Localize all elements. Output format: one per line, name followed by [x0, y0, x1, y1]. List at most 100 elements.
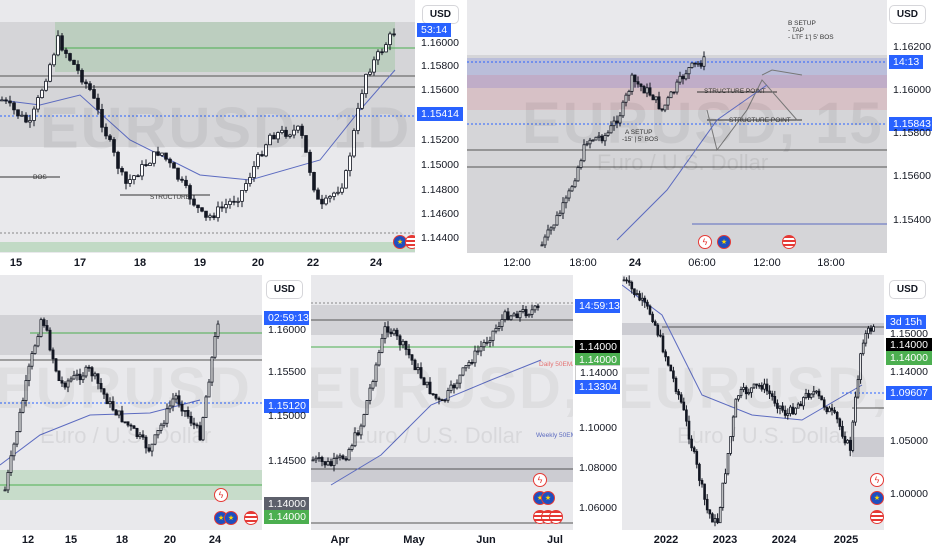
candle — [576, 167, 580, 182]
a-setup-label: A SETUP — [625, 129, 653, 136]
us-flag-icon[interactable] — [870, 510, 884, 524]
eu-flag-icon[interactable]: ★ — [541, 491, 555, 505]
candle — [708, 509, 712, 515]
candle — [9, 455, 13, 473]
price-axis[interactable]: USD 1.16200 14:13 1.16000 1.15843 1.1580… — [887, 0, 932, 273]
time-axis[interactable]: 12:00 18:00 24 06:00 12:00 18:00 — [467, 253, 887, 273]
candle — [60, 35, 64, 51]
candle — [724, 473, 727, 484]
price-tick: 1.15600 — [421, 84, 459, 96]
price-axis[interactable]: USD 53:14 1.16000 1.15800 1.15600 1.1541… — [415, 0, 465, 273]
candle — [383, 326, 387, 339]
candle — [491, 330, 495, 341]
last-price-tag: 1.13304 — [575, 380, 620, 394]
candle — [404, 340, 408, 350]
candle — [220, 206, 224, 209]
candle — [384, 44, 388, 53]
level-tag: 1.14000 — [886, 338, 932, 352]
candle — [148, 162, 152, 167]
flash-icon[interactable]: ϟ — [533, 473, 547, 487]
currency-button[interactable]: USD — [421, 5, 459, 24]
chart-panel-15m-top-right[interactable]: EURUSD, 15 Euro / U.S. Dollar B SETUP - … — [467, 0, 932, 273]
flash-icon[interactable]: ϟ — [214, 488, 228, 502]
candle — [216, 323, 220, 337]
candle — [718, 507, 722, 524]
us-flag-icon[interactable] — [549, 510, 563, 524]
eu-flag-icon[interactable]: ★ — [870, 491, 884, 505]
candle — [555, 214, 559, 226]
chart-panel-bottom-left[interactable]: EURUSD Euro / U.S. Dollar ϟ ★ ★ 12 15 18… — [0, 275, 309, 550]
time-tick: 22 — [306, 257, 320, 269]
time-tick: 18 — [133, 257, 147, 269]
candle — [388, 33, 392, 46]
candle — [16, 109, 20, 117]
time-axis[interactable]: 2022 2023 2024 2025 — [622, 530, 884, 550]
candle — [204, 210, 208, 218]
chart-panel-weekly-bottom-right[interactable]: EURUSD, W Euro / U.S. Dollar ϟ ★ 2022 20… — [622, 275, 932, 550]
currency-button[interactable]: USD — [888, 5, 926, 24]
eu-flag-icon[interactable]: ★ — [717, 235, 731, 249]
countdown-tag: 53:14 — [417, 23, 452, 37]
price-tick: 1.15400 — [893, 214, 931, 226]
candle — [636, 81, 640, 85]
candle — [76, 64, 80, 71]
candle — [200, 207, 204, 212]
time-tick: 18 — [115, 534, 129, 546]
price-axis[interactable]: USD 02:59:13 1.16000 1.15500 1.15120 1.1… — [262, 275, 309, 550]
time-axis[interactable]: 15 17 18 19 20 22 24 — [0, 253, 415, 273]
demand-zone — [852, 437, 884, 457]
currency-button[interactable]: USD — [888, 280, 926, 299]
candle — [398, 335, 402, 346]
candle — [172, 162, 176, 169]
level-tag: 1.14000 — [575, 340, 620, 354]
candle — [80, 69, 84, 83]
time-tick: 17 — [73, 257, 87, 269]
candle — [567, 190, 571, 199]
time-axis[interactable]: Apr May Jun Jul — [311, 530, 573, 550]
candle — [521, 309, 525, 312]
candle — [705, 498, 709, 511]
candle — [530, 309, 534, 315]
price-axis[interactable]: USD 3d 15h 1.15000 1.14000 1.14000 1.140… — [884, 275, 932, 550]
time-tick: 15 — [64, 534, 78, 546]
symbol-subtitle: Euro / U.S. Dollar — [597, 150, 769, 175]
candle — [395, 329, 399, 337]
candle — [52, 54, 56, 66]
us-flag-icon[interactable] — [244, 511, 258, 525]
candle — [543, 236, 547, 246]
time-axis[interactable]: 12 15 18 20 24 — [0, 530, 262, 550]
price-tick: 1.16200 — [893, 41, 931, 53]
time-tick: May — [403, 534, 425, 546]
candle — [338, 455, 342, 458]
flash-icon[interactable]: ϟ — [698, 235, 712, 249]
chart-panel-daily-top-left[interactable]: EURUSD, 1D BOS STRUCTURE ★ 15 17 18 19 2… — [0, 0, 465, 273]
candle — [713, 518, 717, 523]
us-flag-icon[interactable] — [782, 235, 796, 249]
candle — [515, 313, 519, 319]
price-axis[interactable]: 14:59:13 1.14000 1.14000 1.14000 1.13304… — [573, 275, 620, 550]
candle — [33, 345, 37, 354]
candle — [485, 341, 489, 344]
candle — [721, 482, 725, 508]
eu-flag-icon[interactable]: ★ — [224, 511, 238, 525]
chart-panel-daily-bottom-middle[interactable]: EURUSD, 1D Euro / U.S. Dollar Daily 50EM… — [311, 275, 620, 550]
time-tick: 18:00 — [817, 257, 845, 269]
time-tick: 12:00 — [503, 257, 531, 269]
candle — [24, 114, 28, 123]
level-tag: 1.14000 — [886, 351, 932, 365]
flash-icon[interactable]: ϟ — [870, 473, 884, 487]
candle — [561, 202, 565, 214]
candle — [872, 326, 875, 332]
candle — [232, 200, 236, 203]
candle — [646, 301, 649, 307]
time-tick: Jun — [476, 534, 496, 546]
currency-button[interactable]: USD — [265, 280, 303, 299]
a-ltf-label: -15' | 5' BOS — [622, 136, 659, 143]
candle — [633, 288, 636, 295]
candle — [380, 337, 384, 353]
candle — [848, 439, 852, 451]
candle — [336, 191, 340, 194]
demand-zone — [0, 242, 415, 252]
price-tick: 1.14600 — [421, 208, 459, 220]
candle — [653, 321, 657, 326]
